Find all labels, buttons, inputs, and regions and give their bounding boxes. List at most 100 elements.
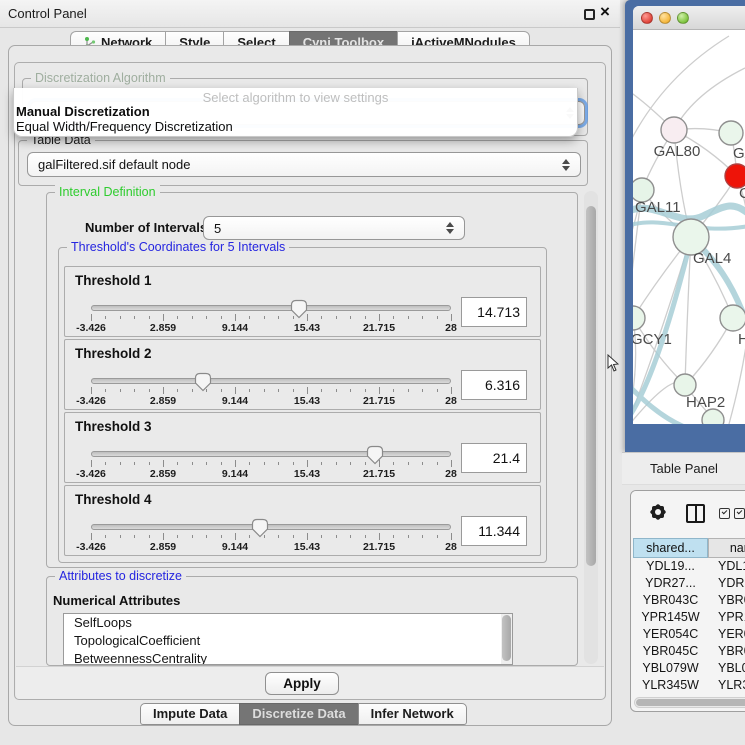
slider-axis-labels: -3.4262.8599.14415.4321.71528 xyxy=(91,322,451,334)
threshold-slider-track[interactable] xyxy=(91,451,451,457)
axis-tick-label: 9.144 xyxy=(222,322,248,334)
numerical-attributes-list[interactable]: SelfLoopsTopologicalCoefficientBetweenne… xyxy=(63,613,513,665)
tab-discretize-data[interactable]: Discretize Data xyxy=(239,703,357,725)
threshold-value-field[interactable]: 11.344 xyxy=(461,516,527,546)
number-of-intervals-value: 5 xyxy=(214,221,221,236)
numerical-attributes-heading: Numerical Attributes xyxy=(53,593,180,608)
cell-shared-name[interactable]: YBR043C xyxy=(633,592,708,609)
network-canvas[interactable]: GAL80 GA C GAL11 GAL4 GCY1 H HAP2 xyxy=(633,30,745,424)
axis-tick-label: 21.715 xyxy=(363,468,395,480)
node-h[interactable] xyxy=(720,305,745,331)
table-horizontal-scrollbar[interactable] xyxy=(634,697,745,708)
axis-tick-label: 21.715 xyxy=(363,322,395,334)
node-ga[interactable] xyxy=(719,121,743,145)
table-row[interactable]: YDL19...YDL1 xyxy=(633,558,745,575)
axis-tick-label: 9.144 xyxy=(222,468,248,480)
table-row[interactable]: YBR045CYBR0 xyxy=(633,643,745,660)
cell-shared-name[interactable]: YPR145W xyxy=(633,609,708,626)
algorithm-dropdown-popup: Select algorithm to view settings Manual… xyxy=(13,88,578,137)
attributes-list-scrollbar[interactable] xyxy=(501,614,512,664)
threshold-value-field[interactable]: 6.316 xyxy=(461,370,527,400)
table-row[interactable]: YER054CYER0 xyxy=(633,626,745,643)
cell-name[interactable]: YPR1 xyxy=(708,609,745,626)
axis-tick-label: 28 xyxy=(445,468,457,480)
interval-definition-group: Interval Definition Number of Intervals … xyxy=(46,192,578,568)
cell-shared-name[interactable]: YDL19... xyxy=(633,558,708,575)
cell-shared-name[interactable]: YDR27... xyxy=(633,575,708,592)
attributes-group: Attributes to discretize Numerical Attri… xyxy=(46,576,578,666)
cell-shared-name[interactable]: YBR045C xyxy=(633,643,708,660)
cell-name[interactable]: YBL0 xyxy=(708,660,745,677)
column-header-name[interactable]: name xyxy=(708,538,745,558)
traffic-light-red-icon[interactable] xyxy=(641,12,653,24)
cell-name[interactable]: YER0 xyxy=(708,626,745,643)
slider-axis-labels: -3.4262.8599.14415.4321.71528 xyxy=(91,468,451,480)
attributes-list-scrollbar-thumb[interactable] xyxy=(502,615,511,661)
axis-tick-label: 15.43 xyxy=(294,322,320,334)
table-row[interactable]: YBL079WYBL0 xyxy=(633,660,745,677)
threshold-value-field[interactable]: 14.713 xyxy=(461,297,527,327)
attribute-list-item[interactable]: TopologicalCoefficient xyxy=(64,632,512,650)
label-c: C xyxy=(739,185,745,202)
discretization-algorithm-group-title: Discretization Algorithm xyxy=(31,71,170,86)
mouse-cursor xyxy=(607,354,619,372)
attributes-group-title: Attributes to discretize xyxy=(55,569,186,584)
table-row[interactable]: YDR27...YDR2 xyxy=(633,575,745,592)
algorithm-popup-hint: Select algorithm to view settings xyxy=(14,88,577,104)
cell-name[interactable]: YBR0 xyxy=(708,592,745,609)
traffic-light-green-icon[interactable] xyxy=(677,12,689,24)
threshold-slider-track[interactable] xyxy=(91,378,451,384)
algorithm-option[interactable]: Manual Discretization xyxy=(14,104,577,119)
axis-tick-label: 21.715 xyxy=(363,541,395,553)
gear-icon[interactable] xyxy=(647,501,669,523)
column-view-icon[interactable] xyxy=(686,504,705,523)
content-scrollbar[interactable] xyxy=(584,191,598,664)
cell-shared-name[interactable]: YER054C xyxy=(633,626,708,643)
table-horizontal-scrollbar-thumb[interactable] xyxy=(636,699,745,706)
float-window-icon[interactable] xyxy=(584,9,595,20)
apply-button[interactable]: Apply xyxy=(265,672,339,695)
axis-tick-label: 2.859 xyxy=(150,468,176,480)
cell-name[interactable]: YLR3 xyxy=(708,677,745,694)
threshold-value-field[interactable]: 21.4 xyxy=(461,443,527,473)
table-row[interactable]: YPR145WYPR1 xyxy=(633,609,745,626)
network-window-titlebar[interactable] xyxy=(633,6,745,30)
tab-impute-data[interactable]: Impute Data xyxy=(140,703,239,725)
checkbox-icon[interactable] xyxy=(734,508,745,519)
cell-shared-name[interactable]: YLR345W xyxy=(633,677,708,694)
content-scrollbar-thumb[interactable] xyxy=(586,206,596,566)
label-gal4: GAL4 xyxy=(693,250,731,267)
axis-tick-label: 28 xyxy=(445,322,457,334)
algorithm-option[interactable]: Equal Width/Frequency Discretization xyxy=(14,119,577,134)
axis-tick-label: 2.859 xyxy=(150,541,176,553)
tab-impute-data-label: Impute Data xyxy=(153,706,227,721)
node-hap2[interactable] xyxy=(674,374,696,396)
attribute-list-item[interactable]: BetweennessCentrality xyxy=(64,650,512,665)
table-row[interactable]: YLR345WYLR3 xyxy=(633,677,745,694)
cell-name[interactable]: YDL1 xyxy=(708,558,745,575)
table-data-combobox[interactable]: galFiltered.sif default node xyxy=(27,152,581,177)
attribute-list-item[interactable]: SelfLoops xyxy=(64,614,512,632)
checkbox-icon[interactable] xyxy=(719,508,730,519)
threshold-label: Threshold 4 xyxy=(75,492,152,507)
cell-name[interactable]: YDR2 xyxy=(708,575,745,592)
cell-shared-name[interactable]: YBL079W xyxy=(633,660,708,677)
network-window: GAL80 GA C GAL11 GAL4 GCY1 H HAP2 xyxy=(633,6,745,424)
column-header-shared-name[interactable]: shared... xyxy=(633,538,708,558)
label-gal80: GAL80 xyxy=(654,143,701,160)
threshold-slider-track[interactable] xyxy=(91,305,451,311)
axis-tick-label: 9.144 xyxy=(222,395,248,407)
close-icon[interactable]: × xyxy=(600,2,610,22)
control-panel-titlebar: Control Panel × xyxy=(0,0,620,28)
tab-infer-network[interactable]: Infer Network xyxy=(358,703,467,725)
node-gal80[interactable] xyxy=(661,117,687,143)
node-gcy1[interactable] xyxy=(633,306,645,330)
cell-name[interactable]: YBR0 xyxy=(708,643,745,660)
threshold-slider-track[interactable] xyxy=(91,524,451,530)
table-row[interactable]: YBR043CYBR0 xyxy=(633,592,745,609)
number-of-intervals-combobox[interactable]: 5 xyxy=(203,216,465,240)
node-partial[interactable] xyxy=(702,409,724,424)
traffic-light-yellow-icon[interactable] xyxy=(659,12,671,24)
axis-tick-label: 15.43 xyxy=(294,541,320,553)
label-ga: GA xyxy=(733,145,745,162)
